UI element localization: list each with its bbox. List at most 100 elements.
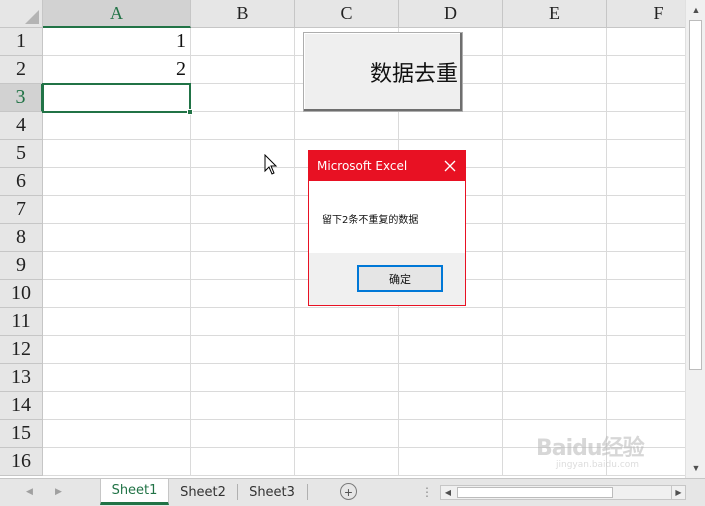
cell-f13[interactable]	[607, 364, 685, 392]
cell-a12[interactable]	[43, 336, 191, 364]
cell-b14[interactable]	[191, 392, 295, 420]
tab-splitter-icon[interactable]: ⋮	[421, 485, 433, 499]
cell-d16[interactable]	[399, 448, 503, 476]
close-icon[interactable]	[435, 151, 465, 181]
cell-c13[interactable]	[295, 364, 399, 392]
cell-b8[interactable]	[191, 224, 295, 252]
row-header-15[interactable]: 15	[0, 420, 43, 448]
cell-d14[interactable]	[399, 392, 503, 420]
cell-b4[interactable]	[191, 112, 295, 140]
active-cell-a3[interactable]	[42, 83, 193, 115]
cell-c14[interactable]	[295, 392, 399, 420]
row-header-3[interactable]: 3	[0, 84, 43, 112]
cell-f5[interactable]	[607, 140, 685, 168]
row-header-13[interactable]: 13	[0, 364, 43, 392]
cell-a4[interactable]	[43, 112, 191, 140]
worksheet-grid[interactable]: A B C D E F 1 1 2 2 3 4 5 6 7 8 9 10 11 12 13 14 15 16 数据…	[0, 0, 685, 478]
cell-a6[interactable]	[43, 168, 191, 196]
cell-b15[interactable]	[191, 420, 295, 448]
cell-c11[interactable]	[295, 308, 399, 336]
cell-d4[interactable]	[399, 112, 503, 140]
cell-b2[interactable]	[191, 56, 295, 84]
cell-c15[interactable]	[295, 420, 399, 448]
cell-e10[interactable]	[503, 280, 607, 308]
dedupe-button[interactable]: 数据去重	[303, 32, 463, 112]
cell-e6[interactable]	[503, 168, 607, 196]
cell-b9[interactable]	[191, 252, 295, 280]
cell-a9[interactable]	[43, 252, 191, 280]
cell-d12[interactable]	[399, 336, 503, 364]
row-header-1[interactable]: 1	[0, 28, 43, 56]
column-header-f[interactable]: F	[607, 0, 685, 28]
row-header-8[interactable]: 8	[0, 224, 43, 252]
cell-d15[interactable]	[399, 420, 503, 448]
cell-a5[interactable]	[43, 140, 191, 168]
cell-b10[interactable]	[191, 280, 295, 308]
vertical-scrollbar[interactable]: ▲ ▼	[685, 0, 705, 478]
cell-a10[interactable]	[43, 280, 191, 308]
row-header-2[interactable]: 2	[0, 56, 43, 84]
row-header-16[interactable]: 16	[0, 448, 43, 476]
cell-b5[interactable]	[191, 140, 295, 168]
row-header-9[interactable]: 9	[0, 252, 43, 280]
column-header-a[interactable]: A	[43, 0, 191, 28]
row-header-7[interactable]: 7	[0, 196, 43, 224]
horizontal-scrollbar[interactable]: ◀ ▶	[440, 485, 686, 500]
column-header-d[interactable]: D	[399, 0, 503, 28]
cell-b16[interactable]	[191, 448, 295, 476]
cell-b1[interactable]	[191, 28, 295, 56]
cell-b13[interactable]	[191, 364, 295, 392]
row-header-12[interactable]: 12	[0, 336, 43, 364]
ok-button[interactable]: 确定	[357, 265, 443, 292]
cell-f9[interactable]	[607, 252, 685, 280]
cell-a11[interactable]	[43, 308, 191, 336]
cell-f8[interactable]	[607, 224, 685, 252]
cell-a16[interactable]	[43, 448, 191, 476]
cell-e7[interactable]	[503, 196, 607, 224]
cell-e5[interactable]	[503, 140, 607, 168]
cell-e1[interactable]	[503, 28, 607, 56]
cell-a2[interactable]: 2	[43, 56, 191, 84]
scroll-right-arrow-icon[interactable]: ▶	[671, 486, 685, 499]
cell-f11[interactable]	[607, 308, 685, 336]
cell-e14[interactable]	[503, 392, 607, 420]
cell-e3[interactable]	[503, 84, 607, 112]
cell-f12[interactable]	[607, 336, 685, 364]
cell-c16[interactable]	[295, 448, 399, 476]
cell-d11[interactable]	[399, 308, 503, 336]
prev-sheet-arrow-icon[interactable]: ◀	[26, 486, 33, 497]
tab-sheet1[interactable]: Sheet1	[100, 479, 169, 505]
tab-sheet2[interactable]: Sheet2	[170, 479, 236, 505]
cell-e12[interactable]	[503, 336, 607, 364]
column-header-e[interactable]: E	[503, 0, 607, 28]
cell-b7[interactable]	[191, 196, 295, 224]
cell-b3[interactable]	[191, 84, 295, 112]
cell-c12[interactable]	[295, 336, 399, 364]
cell-f14[interactable]	[607, 392, 685, 420]
cell-a14[interactable]	[43, 392, 191, 420]
cell-f4[interactable]	[607, 112, 685, 140]
scroll-left-arrow-icon[interactable]: ◀	[441, 486, 455, 499]
cell-a8[interactable]	[43, 224, 191, 252]
cell-a15[interactable]	[43, 420, 191, 448]
column-header-b[interactable]: B	[191, 0, 295, 28]
cell-f3[interactable]	[607, 84, 685, 112]
row-header-4[interactable]: 4	[0, 112, 43, 140]
row-header-14[interactable]: 14	[0, 392, 43, 420]
tab-sheet3[interactable]: Sheet3	[238, 479, 306, 505]
cell-b6[interactable]	[191, 168, 295, 196]
cell-a13[interactable]	[43, 364, 191, 392]
cell-d13[interactable]	[399, 364, 503, 392]
cell-b11[interactable]	[191, 308, 295, 336]
row-header-5[interactable]: 5	[0, 140, 43, 168]
column-header-c[interactable]: C	[295, 0, 399, 28]
cell-e11[interactable]	[503, 308, 607, 336]
row-header-10[interactable]: 10	[0, 280, 43, 308]
add-sheet-icon[interactable]: +	[340, 483, 357, 500]
horizontal-scroll-thumb[interactable]	[457, 487, 613, 498]
cell-f7[interactable]	[607, 196, 685, 224]
cell-a7[interactable]	[43, 196, 191, 224]
cell-f10[interactable]	[607, 280, 685, 308]
cell-e13[interactable]	[503, 364, 607, 392]
fill-handle[interactable]	[187, 109, 193, 115]
